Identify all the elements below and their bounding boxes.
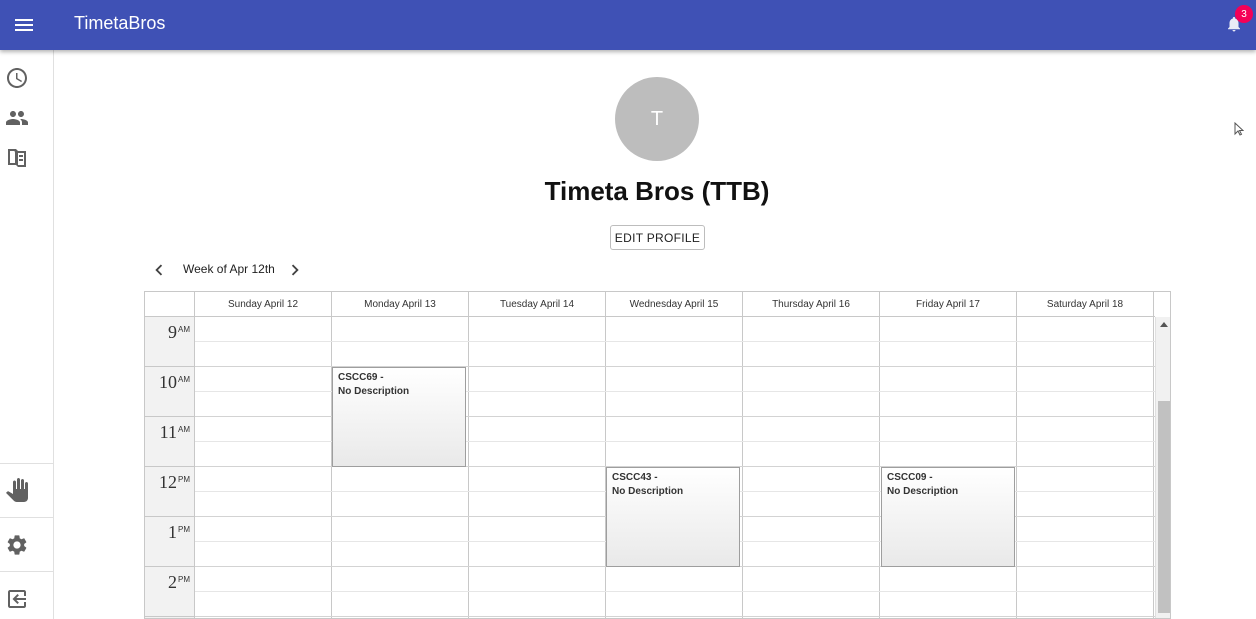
calendar-event[interactable]: CSCC43 - No Description bbox=[606, 467, 740, 567]
day-header: Monday April 13 bbox=[332, 292, 469, 316]
menu-button[interactable] bbox=[8, 9, 40, 41]
drawer-divider bbox=[0, 463, 53, 464]
week-calendar: Sunday April 12 Monday April 13 Tuesday … bbox=[144, 291, 1171, 619]
calendar-body: 9 AM 10 AM 11 AM 12 PM 1 PM 2 PM CSCC69 … bbox=[145, 317, 1155, 618]
calendar-event[interactable]: CSCC09 - No Description bbox=[881, 467, 1015, 567]
mouse-cursor-icon bbox=[1234, 122, 1244, 136]
avatar: T bbox=[615, 77, 699, 161]
day-header: Tuesday April 14 bbox=[469, 292, 606, 316]
app-bar: TimetaBros 3 bbox=[0, 0, 1256, 50]
nav-item-logout[interactable] bbox=[5, 587, 29, 611]
drawer-divider bbox=[0, 517, 53, 518]
logout-icon bbox=[8, 590, 26, 608]
hour-label: 2 PM bbox=[145, 567, 195, 617]
hour-number: 1 bbox=[168, 522, 177, 542]
drawer-divider bbox=[0, 571, 53, 572]
hour-number: 2 bbox=[168, 572, 177, 592]
day-header: Thursday April 16 bbox=[743, 292, 880, 316]
calendar-scrollbar[interactable] bbox=[1155, 317, 1170, 618]
hour-label: 9 AM bbox=[145, 317, 195, 367]
scroll-up-arrow-icon[interactable] bbox=[1160, 322, 1168, 327]
hour-label: 12 PM bbox=[145, 467, 195, 517]
event-description: No Description bbox=[612, 486, 684, 497]
day-column[interactable] bbox=[743, 317, 880, 618]
scroll-thumb[interactable] bbox=[1158, 401, 1170, 613]
hour-number: 12 bbox=[159, 472, 177, 492]
clock-icon bbox=[7, 68, 27, 88]
event-title: CSCC09 - bbox=[887, 472, 933, 483]
menu-icon bbox=[15, 19, 33, 31]
half-hour-line bbox=[195, 591, 1155, 592]
hour-number: 10 bbox=[159, 372, 177, 392]
next-week-button[interactable] bbox=[284, 259, 306, 281]
half-hour-line bbox=[195, 341, 1155, 342]
hour-number: 9 bbox=[168, 322, 177, 342]
day-column[interactable] bbox=[332, 317, 469, 618]
nav-item-settings[interactable] bbox=[5, 533, 29, 557]
hour-period: AM bbox=[178, 425, 190, 434]
nav-item-friends[interactable] bbox=[5, 106, 29, 130]
notification-badge: 3 bbox=[1235, 5, 1253, 23]
edit-profile-button[interactable]: EDIT PROFILE bbox=[610, 225, 705, 250]
day-column[interactable] bbox=[195, 317, 332, 618]
book-icon bbox=[8, 149, 26, 167]
gear-icon bbox=[7, 535, 27, 555]
day-header: Saturday April 18 bbox=[1017, 292, 1154, 316]
chevron-left-icon bbox=[155, 264, 163, 276]
day-column[interactable] bbox=[1017, 317, 1154, 618]
side-drawer bbox=[0, 50, 54, 619]
calendar-header: Sunday April 12 Monday April 13 Tuesday … bbox=[145, 292, 1155, 317]
hour-period: PM bbox=[178, 475, 190, 484]
hour-period: AM bbox=[178, 375, 190, 384]
hour-label: 1 PM bbox=[145, 517, 195, 567]
event-description: No Description bbox=[338, 386, 410, 397]
hour-line bbox=[195, 616, 1155, 617]
hour-period: PM bbox=[178, 575, 190, 584]
nav-item-requests[interactable] bbox=[5, 478, 29, 502]
event-title: CSCC43 - bbox=[612, 472, 658, 483]
time-gutter: 9 AM 10 AM 11 AM 12 PM 1 PM 2 PM bbox=[145, 317, 195, 618]
day-header: Friday April 17 bbox=[880, 292, 1017, 316]
hour-label: 11 AM bbox=[145, 417, 195, 467]
app-title: TimetaBros bbox=[74, 13, 166, 33]
event-title: CSCC69 - bbox=[338, 372, 384, 383]
hour-period: PM bbox=[178, 525, 190, 534]
day-header: Wednesday April 15 bbox=[606, 292, 743, 316]
profile-name: Timeta Bros (TTB) bbox=[544, 176, 770, 206]
chevron-right-icon bbox=[291, 264, 299, 276]
hour-label: 10 AM bbox=[145, 367, 195, 417]
calendar-event[interactable]: CSCC69 - No Description bbox=[332, 367, 466, 467]
notifications-button[interactable]: 3 bbox=[1220, 5, 1253, 39]
hour-period: AM bbox=[178, 325, 190, 334]
previous-week-button[interactable] bbox=[148, 259, 170, 281]
event-description: No Description bbox=[887, 486, 959, 497]
hand-icon bbox=[6, 478, 28, 502]
hour-number: 11 bbox=[159, 422, 177, 442]
nav-item-schedule[interactable] bbox=[5, 66, 29, 90]
nav-item-courses[interactable] bbox=[5, 146, 29, 170]
day-column[interactable] bbox=[469, 317, 606, 618]
day-header: Sunday April 12 bbox=[195, 292, 332, 316]
week-label: Week of Apr 12th bbox=[183, 262, 275, 276]
header-gutter bbox=[145, 292, 195, 316]
people-icon bbox=[6, 111, 28, 125]
